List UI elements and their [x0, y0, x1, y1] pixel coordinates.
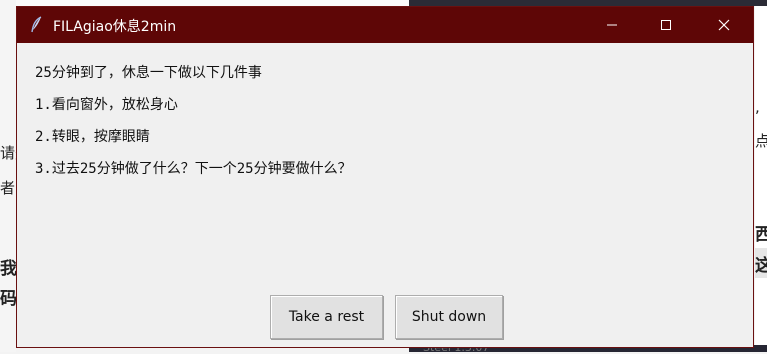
message-heading: 25分钟到了，休息一下做以下几件事: [35, 65, 262, 81]
background-window-right: , 点 西 这: [755, 6, 767, 352]
take-a-rest-button[interactable]: Take a rest: [270, 295, 383, 339]
background-text-fragment: 点: [755, 132, 767, 150]
background-window-left: 请是 者 我 码: [0, 0, 16, 352]
message-line: 3.过去25分钟做了什么？下一个25分钟要做什么？: [35, 161, 352, 177]
minimize-button[interactable]: [589, 7, 635, 43]
shut-down-button[interactable]: Shut down: [395, 295, 503, 339]
message-line: 1.看向窗外，放松身心: [35, 97, 178, 113]
window-title: FILAgiao休息2min: [53, 19, 177, 35]
dialog-body: 25分钟到了，休息一下做以下几件事 1.看向窗外，放松身心 2.转眼，按摩眼睛 …: [17, 43, 753, 347]
background-text-fragment: ,: [755, 98, 760, 116]
background-text-fragment: 西: [755, 225, 767, 245]
close-button[interactable]: [701, 7, 747, 43]
maximize-button[interactable]: [643, 7, 689, 43]
background-text-fragment: 这: [755, 256, 767, 276]
background-text-fragment: 请是: [0, 144, 16, 162]
background-text-fragment: 码: [0, 289, 16, 309]
background-text-fragment: 者: [0, 179, 16, 197]
message-line: 2.转眼，按摩眼睛: [35, 129, 150, 145]
feather-icon: [29, 16, 45, 34]
reminder-dialog: FILAgiao休息2min 25分钟到了，休息一下做以下几件事 1.看向窗外，…: [16, 6, 754, 348]
minimize-icon: [607, 24, 617, 26]
close-icon: [718, 19, 730, 31]
title-bar[interactable]: FILAgiao休息2min: [17, 7, 753, 43]
background-text-fragment: 我: [0, 259, 16, 279]
maximize-icon: [661, 20, 671, 30]
